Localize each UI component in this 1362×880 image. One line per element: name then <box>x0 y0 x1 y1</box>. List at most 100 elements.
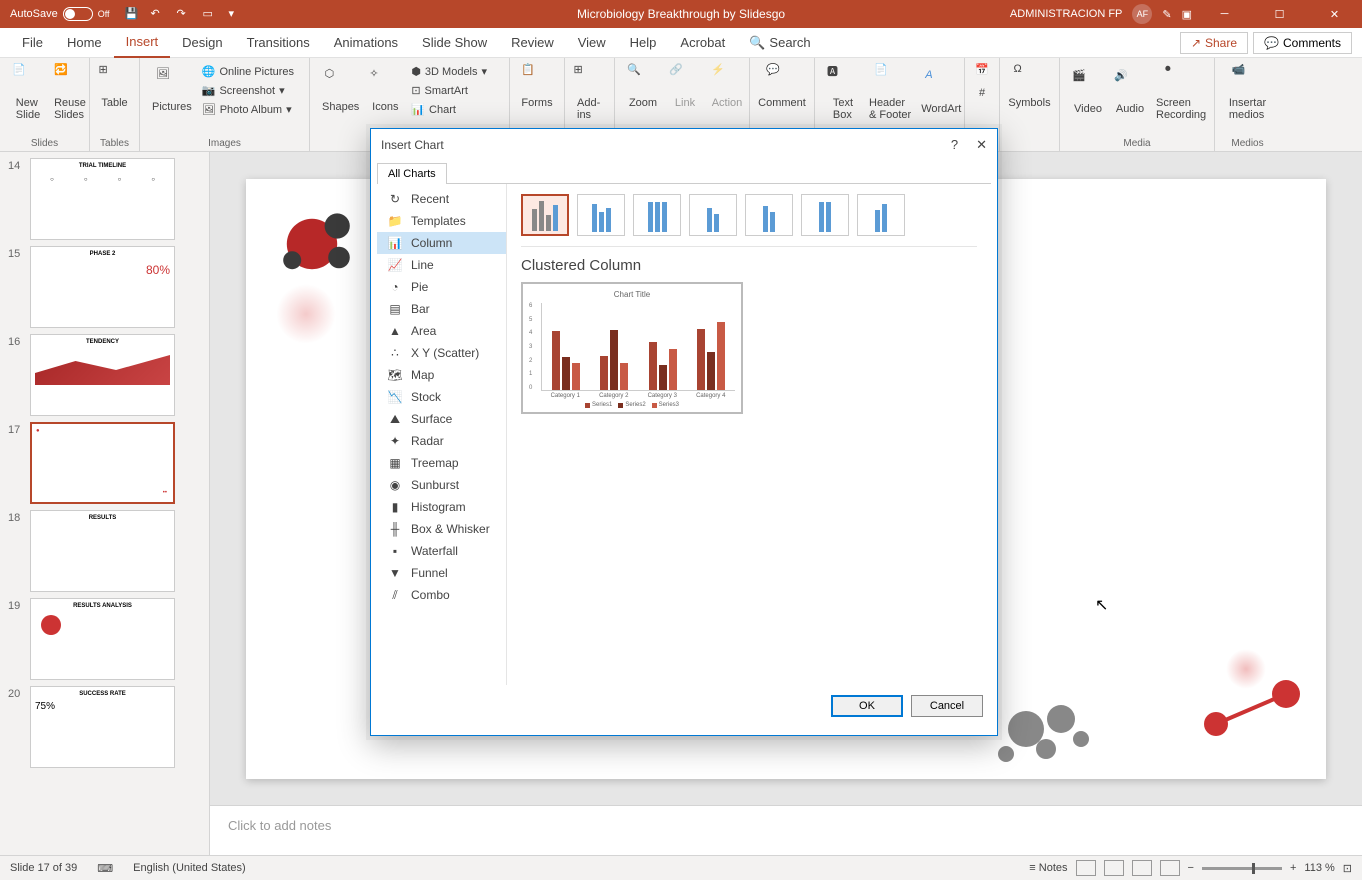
reading-view-button[interactable] <box>1132 860 1152 876</box>
menu-slideshow[interactable]: Slide Show <box>410 28 499 58</box>
slide-number-button[interactable]: # <box>973 85 991 109</box>
language-indicator[interactable]: English (United States) <box>133 862 246 874</box>
share-button[interactable]: ↗ Share <box>1180 32 1248 54</box>
cat-area[interactable]: ▲Area <box>377 320 506 342</box>
video-button[interactable]: 🎬Video <box>1068 61 1108 123</box>
shapes-button[interactable]: ⬡Shapes <box>318 61 363 118</box>
date-time-button[interactable]: 📅 <box>973 61 991 85</box>
close-button[interactable]: ✕ <box>1312 0 1357 28</box>
close-dialog-button[interactable]: ✕ <box>976 137 987 153</box>
cat-line[interactable]: 📈Line <box>377 254 506 276</box>
user-avatar[interactable]: AF <box>1132 4 1152 24</box>
subtype-stacked[interactable] <box>577 194 625 236</box>
cat-stock[interactable]: 📉Stock <box>377 386 506 408</box>
normal-view-button[interactable] <box>1076 860 1096 876</box>
cancel-button[interactable]: Cancel <box>911 695 983 717</box>
subtype-3d-stacked[interactable] <box>745 194 793 236</box>
cat-histogram[interactable]: ▮Histogram <box>377 496 506 518</box>
slide-panel[interactable]: 14 TRIAL TIMELINE○○○○ 15 PHASE 280% 16 T… <box>0 152 210 855</box>
zoom-level[interactable]: 113 % <box>1304 862 1334 874</box>
zoom-out-button[interactable]: − <box>1188 862 1194 874</box>
cat-treemap[interactable]: ▦Treemap <box>377 452 506 474</box>
notes-pane[interactable]: Click to add notes <box>210 805 1362 855</box>
insertar-medios-button[interactable]: 📹Insertar medios <box>1223 61 1272 123</box>
notes-toggle[interactable]: ≡ Notes <box>1029 862 1067 874</box>
cat-surface[interactable]: ⛰Surface <box>377 408 506 430</box>
subtype-3d-100stacked[interactable] <box>801 194 849 236</box>
cat-funnel[interactable]: ▼Funnel <box>377 562 506 584</box>
cat-boxwhisker[interactable]: ╫Box & Whisker <box>377 518 506 540</box>
header-footer-button[interactable]: 📄Header & Footer <box>865 61 915 123</box>
slide-thumbnail[interactable]: 20 SUCCESS RATE75% <box>30 686 199 768</box>
menu-acrobat[interactable]: Acrobat <box>668 28 737 58</box>
smartart-button[interactable]: ⊡SmartArt <box>407 82 491 99</box>
table-button[interactable]: ⊞Table <box>98 61 131 111</box>
zoom-button[interactable]: 🔍Zoom <box>623 61 663 111</box>
icons-button[interactable]: ✧Icons <box>365 61 405 118</box>
sorter-view-button[interactable] <box>1104 860 1124 876</box>
dialog-titlebar[interactable]: Insert Chart ? ✕ <box>371 129 997 161</box>
menu-file[interactable]: File <box>10 28 55 58</box>
zoom-in-button[interactable]: + <box>1290 862 1296 874</box>
all-charts-tab[interactable]: All Charts <box>377 163 447 184</box>
slide-thumbnail[interactable]: 19 RESULTS ANALYSIS <box>30 598 199 680</box>
photo-album-button[interactable]: 🖼Photo Album ▾ <box>198 101 298 118</box>
cat-templates[interactable]: 📁Templates <box>377 210 506 232</box>
slide-thumbnail[interactable]: 14 TRIAL TIMELINE○○○○ <box>30 158 199 240</box>
ribbon-display-icon[interactable]: ▣ <box>1182 8 1192 21</box>
subtype-100stacked[interactable] <box>633 194 681 236</box>
subtype-3d-column[interactable] <box>857 194 905 236</box>
menu-help[interactable]: Help <box>618 28 669 58</box>
subtype-3d-clustered[interactable] <box>689 194 737 236</box>
chart-button[interactable]: 📊Chart <box>407 101 491 118</box>
menu-review[interactable]: Review <box>499 28 566 58</box>
pictures-button[interactable]: 🖼Pictures <box>148 61 196 118</box>
slide-thumbnail[interactable]: 15 PHASE 280% <box>30 246 199 328</box>
reuse-slides-button[interactable]: 🔁Reuse Slides <box>50 61 90 123</box>
cat-combo[interactable]: ⫽Combo <box>377 584 506 606</box>
menu-insert[interactable]: Insert <box>114 28 171 58</box>
slideshow-view-button[interactable] <box>1160 860 1180 876</box>
cat-scatter[interactable]: ∴X Y (Scatter) <box>377 342 506 364</box>
menu-view[interactable]: View <box>566 28 618 58</box>
comments-button[interactable]: 💬 Comments <box>1253 32 1352 54</box>
audio-button[interactable]: 🔊Audio <box>1110 61 1150 123</box>
cat-column[interactable]: 📊Column <box>377 232 506 254</box>
redo-icon[interactable]: ↷ <box>177 7 191 21</box>
cat-sunburst[interactable]: ◉Sunburst <box>377 474 506 496</box>
cat-map[interactable]: 🗺Map <box>377 364 506 386</box>
addins-button[interactable]: ⊞Add-ins <box>573 61 606 123</box>
comment-button[interactable]: 💬Comment <box>758 61 806 111</box>
cat-waterfall[interactable]: ▪Waterfall <box>377 540 506 562</box>
help-button[interactable]: ? <box>951 137 958 153</box>
menu-search[interactable]: 🔍 Search <box>737 28 822 58</box>
3d-models-button[interactable]: ⬢3D Models ▾ <box>407 63 491 80</box>
subtype-clustered[interactable] <box>521 194 569 236</box>
menu-animations[interactable]: Animations <box>322 28 410 58</box>
undo-icon[interactable]: ↶ <box>151 7 165 21</box>
cat-radar[interactable]: ✦Radar <box>377 430 506 452</box>
slide-thumbnail[interactable]: 16 TENDENCY <box>30 334 199 416</box>
cat-pie[interactable]: ◔Pie <box>377 276 506 298</box>
textbox-button[interactable]: 🅰Text Box <box>823 61 863 123</box>
slide-thumbnail[interactable]: 18 RESULTS <box>30 510 199 592</box>
new-slide-button[interactable]: 📄New Slide <box>8 61 48 123</box>
screenshot-button[interactable]: 📷Screenshot ▾ <box>198 82 298 99</box>
fit-to-window-button[interactable]: ⊡ <box>1343 862 1352 875</box>
slide-thumbnail[interactable]: 17 ●•• <box>30 422 199 504</box>
start-icon[interactable]: ▭ <box>203 7 217 21</box>
forms-button[interactable]: 📋Forms <box>518 61 556 111</box>
wordart-button[interactable]: AWordArt <box>917 61 965 123</box>
screen-recording-button[interactable]: ⏺Screen Recording <box>1152 61 1210 123</box>
autosave-toggle[interactable]: AutoSave Off <box>10 7 110 21</box>
menu-design[interactable]: Design <box>170 28 234 58</box>
chart-preview-box[interactable]: Chart Title 6543210 Category 1Category 2… <box>521 282 743 414</box>
menu-transitions[interactable]: Transitions <box>235 28 322 58</box>
minimize-button[interactable]: ─ <box>1202 0 1247 28</box>
cat-recent[interactable]: ↻Recent <box>377 188 506 210</box>
toggle-switch[interactable] <box>63 7 93 21</box>
save-icon[interactable]: 💾 <box>125 7 139 21</box>
symbols-button[interactable]: ΩSymbols <box>1008 61 1051 111</box>
ok-button[interactable]: OK <box>831 695 903 717</box>
maximize-button[interactable]: ☐ <box>1257 0 1302 28</box>
